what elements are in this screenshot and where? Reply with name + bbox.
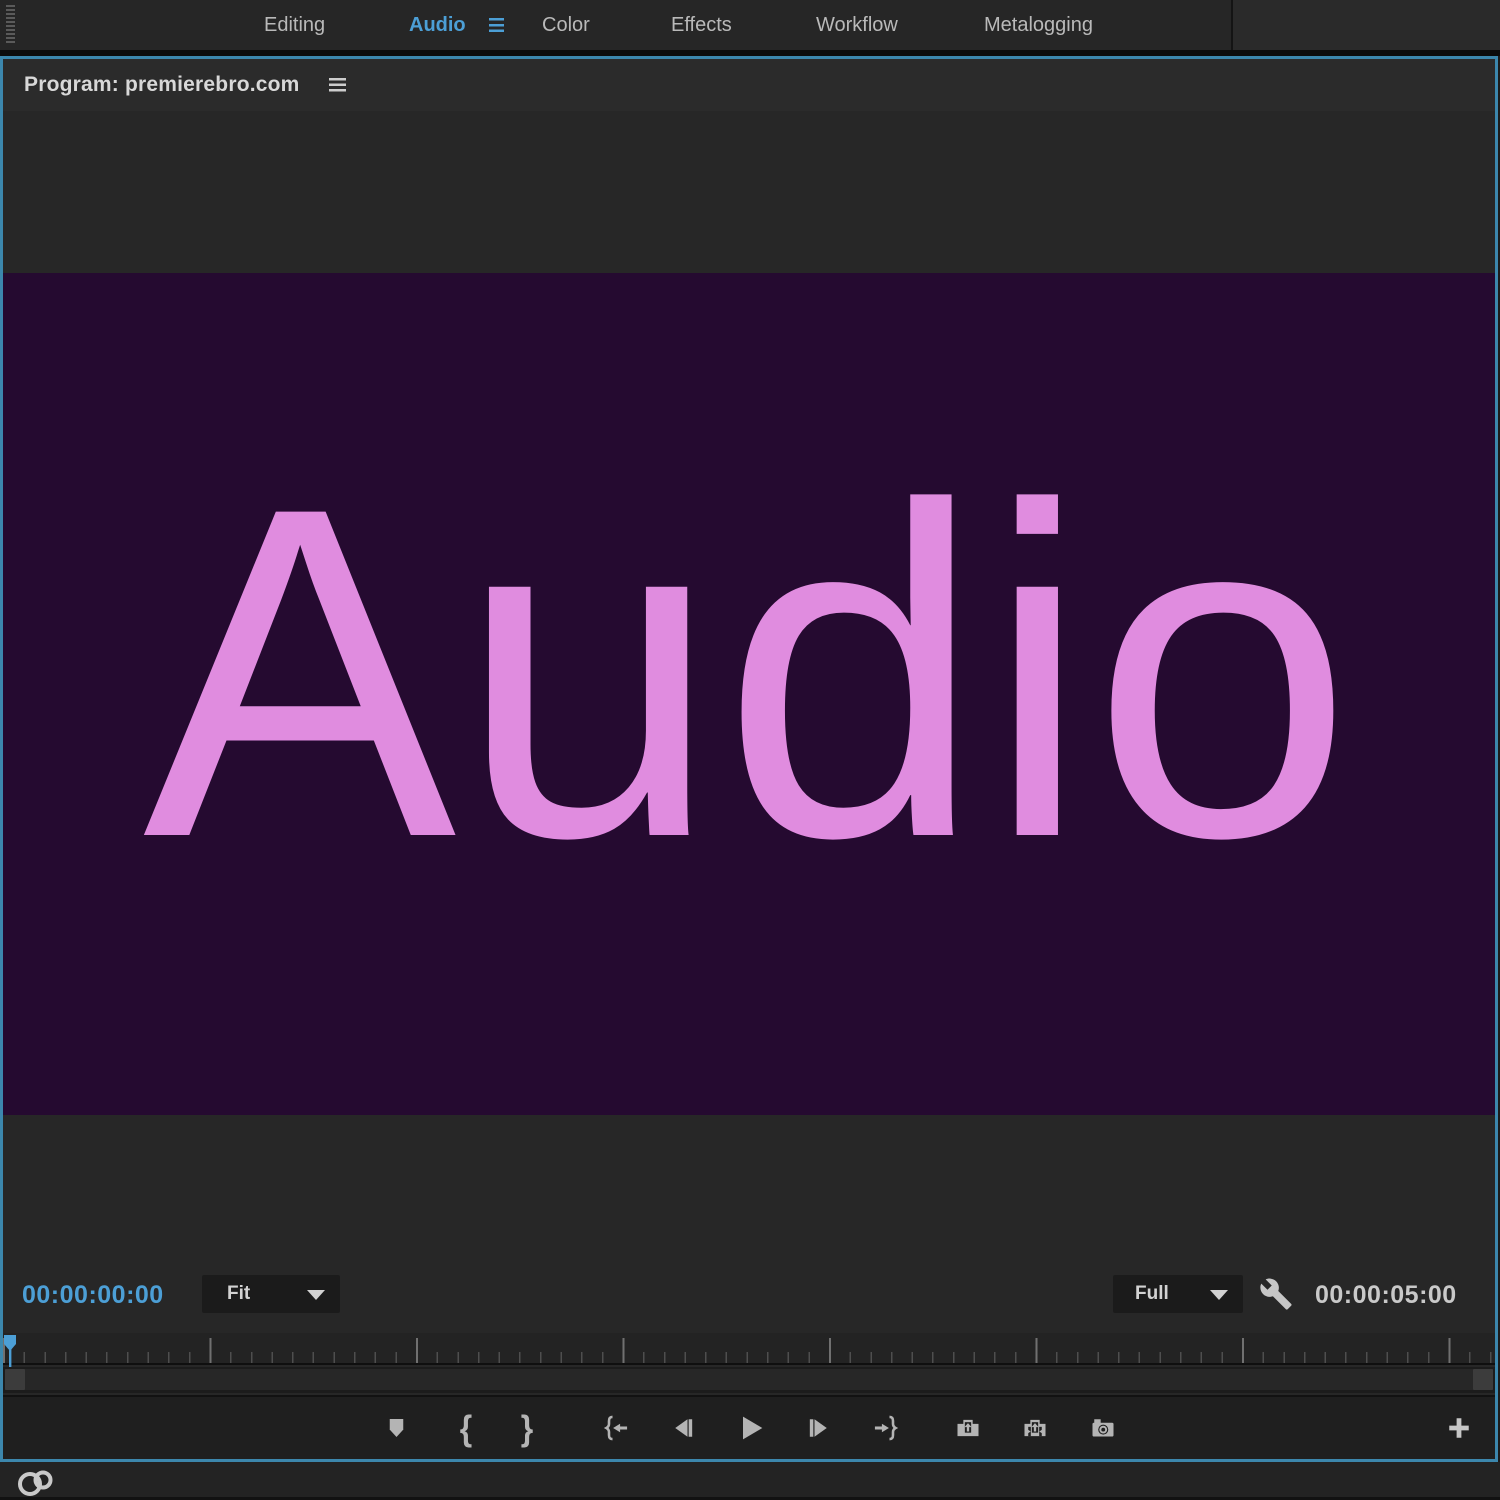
program-viewer[interactable]: Audio bbox=[3, 273, 1495, 1115]
premiere-pro-window: Editing Audio Color Effects Workflow Met… bbox=[0, 0, 1500, 1500]
lift-icon bbox=[957, 1419, 979, 1437]
tab-audio[interactable]: Audio bbox=[409, 0, 466, 50]
workspace-tab-bar: Editing Audio Color Effects Workflow Met… bbox=[0, 0, 1500, 50]
playhead-icon[interactable] bbox=[3, 1335, 19, 1367]
add-marker-icon bbox=[389, 1418, 403, 1437]
zoom-level-select[interactable]: Fit bbox=[202, 1275, 340, 1313]
export-frame-camera-icon bbox=[1092, 1419, 1114, 1437]
chevron-down-icon bbox=[1210, 1290, 1228, 1300]
mark-in-icon: { bbox=[459, 1408, 473, 1448]
settings-wrench-icon[interactable] bbox=[1259, 1277, 1293, 1311]
scrollbar-handle-left[interactable] bbox=[5, 1369, 25, 1390]
tab-editing[interactable]: Editing bbox=[264, 0, 325, 50]
scrollbar-handle-right[interactable] bbox=[1473, 1369, 1493, 1390]
step-forward-icon bbox=[809, 1419, 827, 1437]
step-back-icon bbox=[675, 1419, 693, 1437]
playback-resolution-select[interactable]: Full bbox=[1113, 1275, 1243, 1313]
current-timecode[interactable]: 00:00:00:00 bbox=[22, 1281, 164, 1310]
mark-out-icon: } bbox=[520, 1408, 534, 1448]
lower-panel-strip bbox=[0, 1462, 1500, 1500]
go-to-out-icon bbox=[874, 1415, 899, 1441]
go-to-in-button[interactable] bbox=[594, 1401, 638, 1455]
extract-icon bbox=[1024, 1419, 1046, 1437]
mark-out-button[interactable]: } bbox=[505, 1401, 549, 1455]
play-icon bbox=[743, 1416, 763, 1440]
creative-cloud-logo-icon bbox=[18, 1470, 53, 1496]
program-monitor-panel: Program: premierebro.com Audio 00:00:00:… bbox=[0, 56, 1498, 1462]
scrollbar-thumb[interactable] bbox=[5, 1369, 1493, 1390]
viewer-zoom-scrollbar[interactable] bbox=[3, 1367, 1495, 1393]
panel-divider bbox=[1231, 0, 1233, 50]
extract-button[interactable] bbox=[1013, 1401, 1057, 1455]
tab-metalogging[interactable]: Metalogging bbox=[984, 0, 1093, 50]
add-marker-button[interactable] bbox=[374, 1401, 418, 1455]
export-frame-button[interactable] bbox=[1081, 1401, 1125, 1455]
go-to-in-icon bbox=[603, 1415, 628, 1441]
go-to-out-button[interactable] bbox=[864, 1401, 908, 1455]
program-panel-title: Program: premierebro.com bbox=[24, 73, 300, 96]
lift-button[interactable] bbox=[946, 1401, 990, 1455]
panel-menu-icon[interactable] bbox=[329, 78, 346, 92]
timeline-ruler[interactable] bbox=[3, 1333, 1495, 1367]
tab-color[interactable]: Color bbox=[542, 0, 590, 50]
mark-in-button[interactable]: { bbox=[444, 1401, 488, 1455]
chevron-down-icon bbox=[307, 1290, 325, 1300]
workspace-overflow-menu-icon[interactable] bbox=[489, 18, 504, 33]
panel-grip-icon[interactable] bbox=[6, 5, 15, 45]
tab-effects[interactable]: Effects bbox=[671, 0, 732, 50]
step-forward-button[interactable] bbox=[796, 1401, 840, 1455]
button-editor-button[interactable] bbox=[1437, 1401, 1481, 1455]
step-back-button[interactable] bbox=[662, 1401, 706, 1455]
duration-timecode: 00:00:05:00 bbox=[1315, 1281, 1457, 1309]
tab-bar-empty-area bbox=[1233, 0, 1500, 50]
tab-workflow[interactable]: Workflow bbox=[816, 0, 898, 50]
viewer-title-graphic: Audio bbox=[142, 410, 1356, 935]
transport-toolbar: { } bbox=[3, 1395, 1495, 1459]
program-panel-header: Program: premierebro.com bbox=[3, 59, 1495, 111]
play-button[interactable] bbox=[729, 1401, 773, 1455]
button-editor-plus-icon bbox=[1449, 1418, 1469, 1438]
